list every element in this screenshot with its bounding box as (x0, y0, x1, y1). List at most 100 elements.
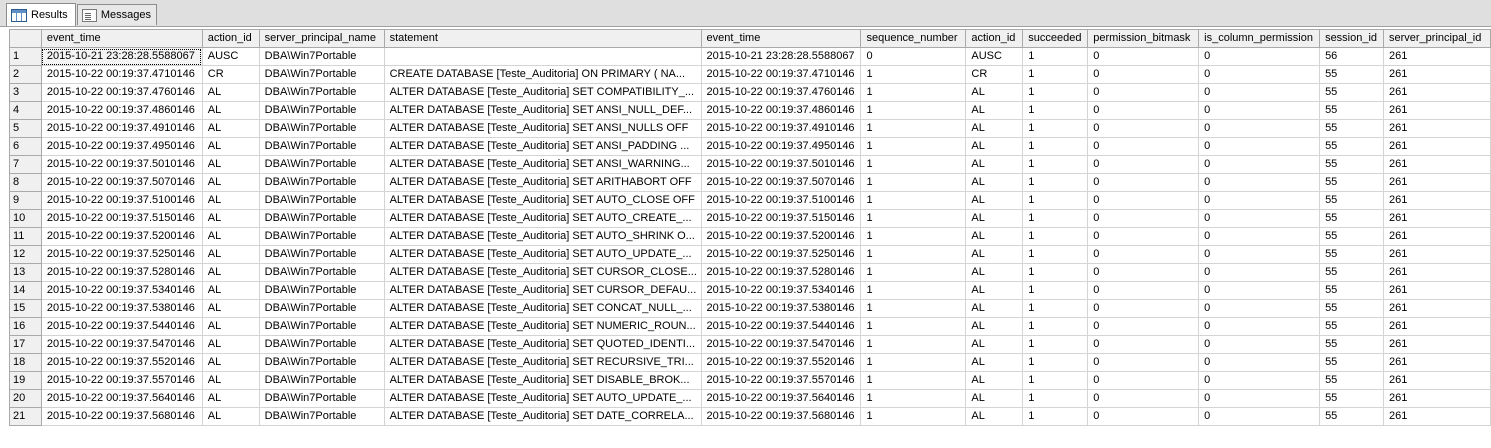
cell-is-column-permission[interactable]: 0 (1198, 407, 1321, 426)
row-number[interactable]: 3 (9, 83, 42, 102)
table-row[interactable]: 13 2015-10-22 00:19:37.5280146 AL DBA\Win7P… (9, 263, 1491, 282)
cell-succeeded[interactable]: 1 (1022, 245, 1089, 264)
cell-server-principal-name[interactable]: DBA\Win7Portable (258, 281, 385, 300)
cell-succeeded[interactable]: 1 (1022, 101, 1089, 120)
cell-is-column-permission[interactable]: 0 (1198, 65, 1321, 84)
cell-statement[interactable]: ALTER DATABASE [Teste_Auditoria] SET CUR… (383, 263, 702, 282)
cell-action-id[interactable]: AL (201, 101, 260, 120)
row-number[interactable]: 17 (9, 335, 42, 354)
cell-server-principal-id[interactable]: 261 (1383, 191, 1491, 210)
cell-succeeded[interactable]: 1 (1022, 155, 1089, 174)
cell-session-id[interactable]: 55 (1319, 173, 1384, 192)
cell-permission-bitmask[interactable]: 0 (1087, 263, 1200, 282)
cell-is-column-permission[interactable]: 0 (1198, 137, 1321, 156)
cell-event-time[interactable]: 2015-10-22 00:19:37.4760146 (40, 83, 203, 102)
cell-statement[interactable]: ALTER DATABASE [Teste_Auditoria] SET ANS… (383, 137, 702, 156)
row-number[interactable]: 2 (9, 65, 42, 84)
cell-event-time[interactable]: 2015-10-22 00:19:37.5440146 (40, 317, 203, 336)
cell-permission-bitmask[interactable]: 0 (1087, 173, 1200, 192)
cell-event-time[interactable]: 2015-10-22 00:19:37.5380146 (700, 299, 862, 318)
cell-event-time[interactable]: 2015-10-22 00:19:37.5640146 (700, 389, 862, 408)
cell-event-time[interactable]: 2015-10-21 23:28:28.5588067 (700, 47, 862, 66)
cell-permission-bitmask[interactable]: 0 (1087, 155, 1200, 174)
cell-statement[interactable]: ALTER DATABASE [Teste_Auditoria] SET DAT… (383, 407, 702, 426)
cell-server-principal-name[interactable]: DBA\Win7Portable (258, 65, 385, 84)
cell-action-id[interactable]: AL (201, 299, 260, 318)
cell-event-time[interactable]: 2015-10-22 00:19:37.5680146 (700, 407, 862, 426)
cell-permission-bitmask[interactable]: 0 (1087, 83, 1200, 102)
cell-server-principal-name[interactable]: DBA\Win7Portable (258, 317, 385, 336)
cell-succeeded[interactable]: 1 (1022, 407, 1089, 426)
cell-is-column-permission[interactable]: 0 (1198, 389, 1321, 408)
column-header-action-id[interactable]: action_id (201, 29, 260, 48)
cell-server-principal-id[interactable]: 261 (1383, 101, 1491, 120)
column-header-server-principal-id[interactable]: server_principal_id (1383, 29, 1491, 48)
cell-server-principal-name[interactable]: DBA\Win7Portable (258, 47, 385, 66)
column-header-server-principal-name[interactable]: server_principal_name (258, 29, 385, 48)
cell-server-principal-name[interactable]: DBA\Win7Portable (258, 155, 385, 174)
row-number[interactable]: 6 (9, 137, 42, 156)
cell-action-id[interactable]: AL (201, 119, 260, 138)
cell-server-principal-name[interactable]: DBA\Win7Portable (258, 371, 385, 390)
cell-action-id[interactable]: AL (965, 299, 1024, 318)
cell-event-time[interactable]: 2015-10-22 00:19:37.5520146 (700, 353, 862, 372)
column-header-sequence-number[interactable]: sequence_number (860, 29, 967, 48)
cell-event-time[interactable]: 2015-10-22 00:19:37.4950146 (40, 137, 203, 156)
cell-action-id[interactable]: AL (201, 137, 260, 156)
cell-is-column-permission[interactable]: 0 (1198, 353, 1321, 372)
cell-sequence-number[interactable]: 0 (860, 47, 967, 66)
cell-action-id[interactable]: AL (965, 227, 1024, 246)
cell-action-id[interactable]: AL (201, 407, 260, 426)
cell-event-time[interactable]: 2015-10-22 00:19:37.5340146 (40, 281, 203, 300)
cell-server-principal-id[interactable]: 261 (1383, 335, 1491, 354)
row-number[interactable]: 4 (9, 101, 42, 120)
cell-permission-bitmask[interactable]: 0 (1087, 227, 1200, 246)
cell-server-principal-id[interactable]: 261 (1383, 65, 1491, 84)
cell-action-id[interactable]: AUSC (201, 47, 260, 66)
cell-sequence-number[interactable]: 1 (860, 263, 967, 282)
cell-server-principal-name[interactable]: DBA\Win7Portable (258, 407, 385, 426)
cell-server-principal-name[interactable]: DBA\Win7Portable (258, 263, 385, 282)
cell-sequence-number[interactable]: 1 (860, 407, 967, 426)
table-row[interactable]: 3 2015-10-22 00:19:37.4760146 AL DBA\Win7Po… (9, 83, 1491, 102)
table-row[interactable]: 8 2015-10-22 00:19:37.5070146 AL DBA\Win7Po… (9, 173, 1491, 192)
cell-permission-bitmask[interactable]: 0 (1087, 371, 1200, 390)
row-number[interactable]: 13 (9, 263, 42, 282)
table-row[interactable]: 20 2015-10-22 00:19:37.5640146 AL DBA\Win7P… (9, 389, 1491, 408)
column-header-statement[interactable]: statement (383, 29, 702, 48)
cell-sequence-number[interactable]: 1 (860, 353, 967, 372)
cell-action-id[interactable]: AL (965, 281, 1024, 300)
cell-is-column-permission[interactable]: 0 (1198, 227, 1321, 246)
cell-event-time[interactable]: 2015-10-22 00:19:37.5520146 (40, 353, 203, 372)
table-row[interactable]: 17 2015-10-22 00:19:37.5470146 AL DBA\Win7P… (9, 335, 1491, 354)
cell-server-principal-name[interactable]: DBA\Win7Portable (258, 119, 385, 138)
cell-action-id[interactable]: AL (965, 137, 1024, 156)
cell-session-id[interactable]: 55 (1319, 299, 1384, 318)
cell-session-id[interactable]: 56 (1319, 47, 1384, 66)
cell-server-principal-id[interactable]: 261 (1383, 389, 1491, 408)
row-header-corner[interactable] (9, 29, 42, 48)
cell-session-id[interactable]: 55 (1319, 263, 1384, 282)
cell-event-time[interactable]: 2015-10-22 00:19:37.5380146 (40, 299, 203, 318)
cell-statement[interactable]: ALTER DATABASE [Teste_Auditoria] SET AUT… (383, 245, 702, 264)
row-number[interactable]: 5 (9, 119, 42, 138)
cell-session-id[interactable]: 55 (1319, 407, 1384, 426)
cell-event-time[interactable]: 2015-10-22 00:19:37.4910146 (40, 119, 203, 138)
column-header-permission-bitmask[interactable]: permission_bitmask (1087, 29, 1200, 48)
cell-event-time[interactable]: 2015-10-22 00:19:37.4910146 (700, 119, 862, 138)
tab-results[interactable]: Results (6, 3, 76, 26)
cell-server-principal-name[interactable]: DBA\Win7Portable (258, 227, 385, 246)
cell-action-id[interactable]: AL (201, 371, 260, 390)
cell-succeeded[interactable]: 1 (1022, 371, 1089, 390)
table-row[interactable]: 2 2015-10-22 00:19:37.4710146 CR DBA\Win7Po… (9, 65, 1491, 84)
cell-action-id[interactable]: AL (965, 83, 1024, 102)
cell-action-id[interactable]: AL (965, 155, 1024, 174)
row-number[interactable]: 14 (9, 281, 42, 300)
cell-event-time[interactable]: 2015-10-22 00:19:37.4760146 (700, 83, 862, 102)
table-row[interactable]: 18 2015-10-22 00:19:37.5520146 AL DBA\Win7P… (9, 353, 1491, 372)
cell-sequence-number[interactable]: 1 (860, 155, 967, 174)
cell-statement[interactable]: ALTER DATABASE [Teste_Auditoria] SET ANS… (383, 101, 702, 120)
cell-statement[interactable]: ALTER DATABASE [Teste_Auditoria] SET CON… (383, 299, 702, 318)
cell-statement[interactable]: ALTER DATABASE [Teste_Auditoria] SET AUT… (383, 389, 702, 408)
cell-action-id[interactable]: AL (965, 353, 1024, 372)
